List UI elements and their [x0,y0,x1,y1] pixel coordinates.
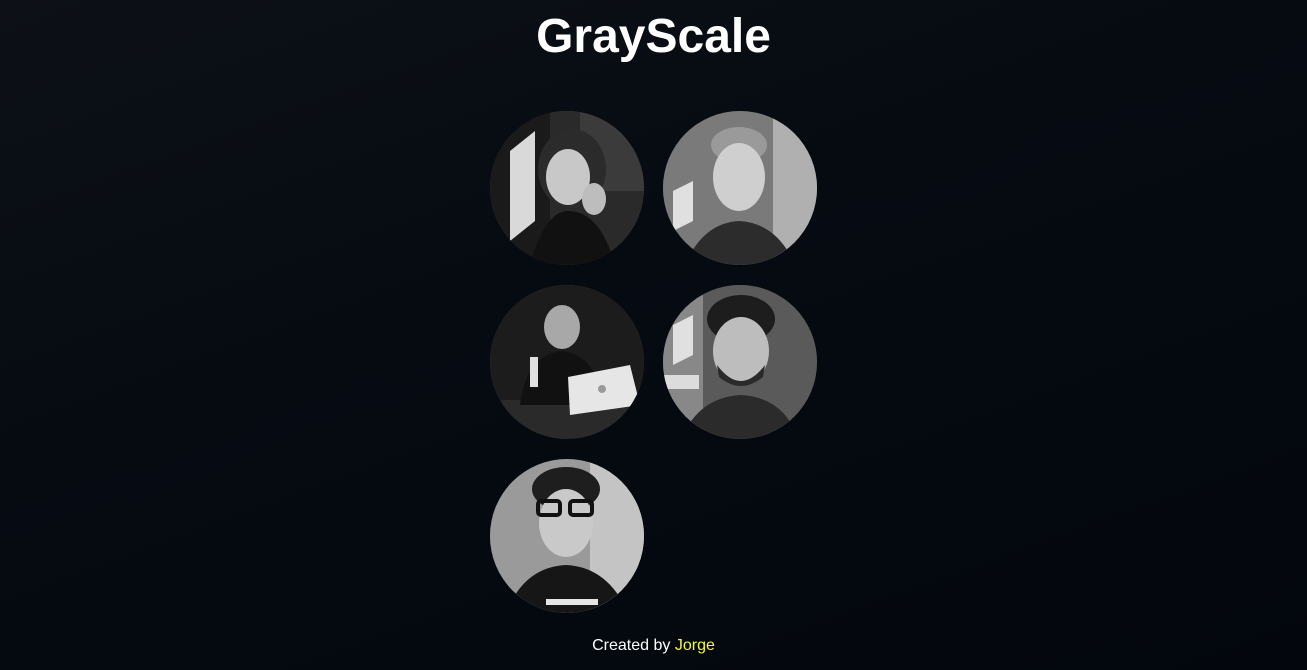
page-title: GrayScale [536,10,771,63]
author-link[interactable]: Jorge [675,637,715,654]
profile-photo-image [663,111,817,265]
profile-photo-image [490,459,644,613]
photo-gallery [490,111,817,613]
profile-photo[interactable] [490,459,644,613]
profile-photo[interactable] [663,111,817,265]
profile-photo-image [663,285,817,439]
profile-photo[interactable] [663,285,817,439]
footer-credit: Created by Jorge [0,636,1307,655]
profile-photo-image [490,111,644,265]
profile-photo[interactable] [490,111,644,265]
profile-photo[interactable] [490,285,644,439]
footer-prefix: Created by [592,637,675,654]
profile-photo-image [490,285,644,439]
